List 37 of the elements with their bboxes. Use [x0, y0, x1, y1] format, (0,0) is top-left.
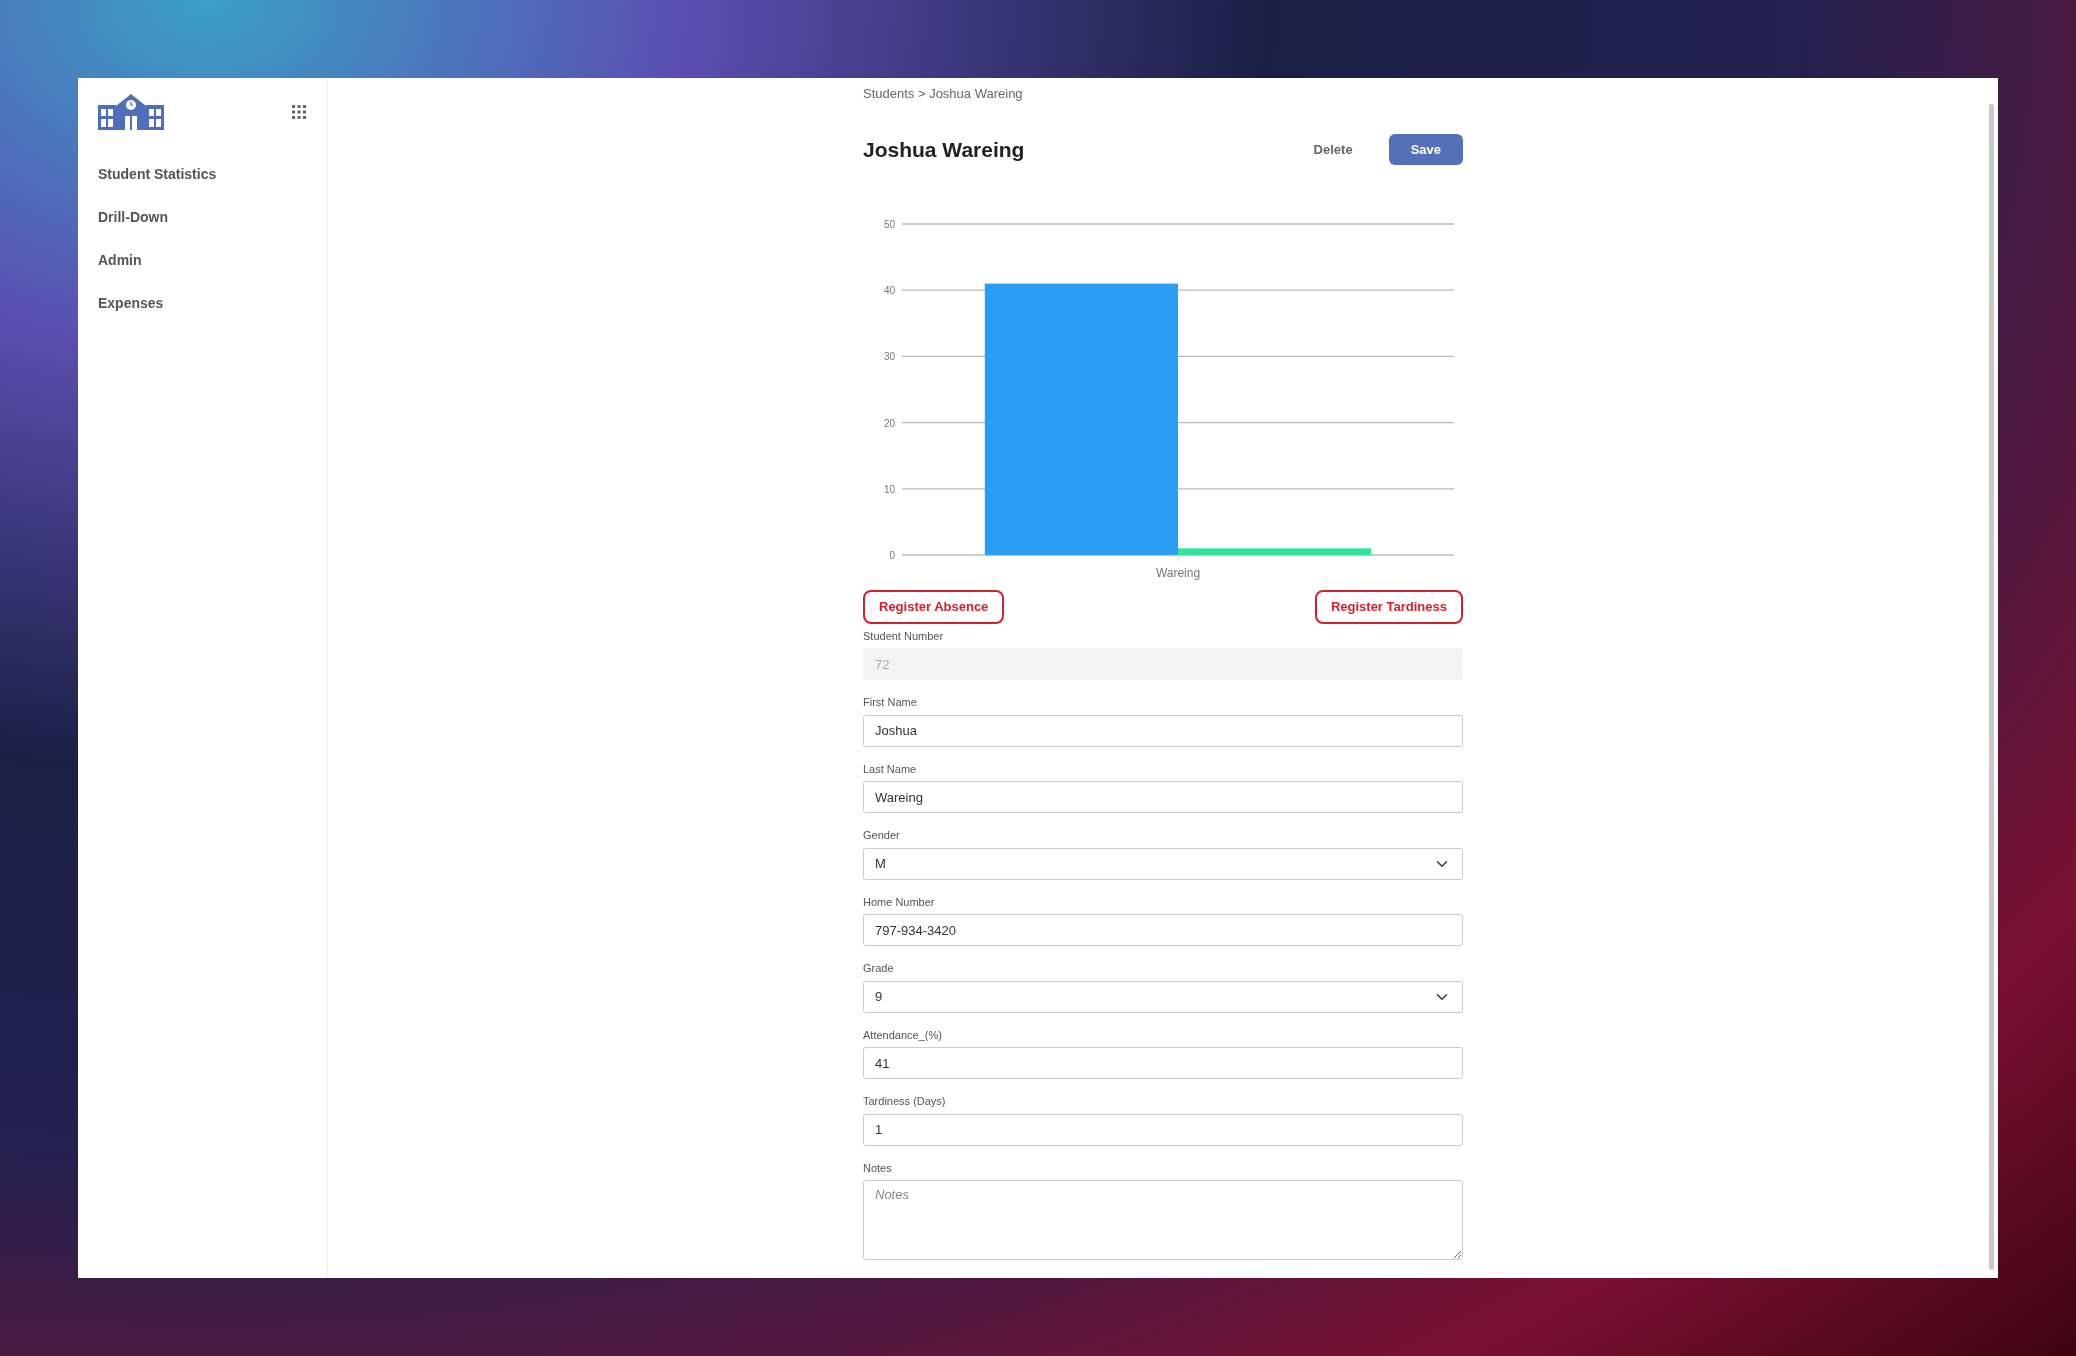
- scrollbar[interactable]: [1989, 104, 1994, 1270]
- axis-tick-label: 50: [883, 219, 895, 230]
- field-label: Notes: [863, 1160, 892, 1176]
- select-field[interactable]: M: [863, 847, 1463, 880]
- sidebar-link[interactable]: Student Statistics: [98, 164, 217, 185]
- category-label: Wareing: [1155, 566, 1201, 580]
- select-field[interactable]: 9: [863, 980, 1463, 1013]
- register-button[interactable]: Register Tardiness: [1314, 590, 1463, 624]
- breadcrumb: Students > Joshua Wareing: [863, 85, 1024, 103]
- field-label: Home Number: [863, 894, 935, 910]
- notes-field[interactable]: Notes: [863, 1180, 1463, 1260]
- axis-tick-label: 10: [883, 483, 895, 495]
- school-building-icon: [98, 94, 164, 130]
- field-label: Last Name: [863, 761, 917, 777]
- field-label: Student Number: [863, 628, 944, 644]
- axis-tick-label: 40: [883, 285, 895, 297]
- input-field[interactable]: 1: [863, 1113, 1463, 1146]
- input-field[interactable]: 797-934-3420: [863, 914, 1463, 946]
- input-field[interactable]: Joshua: [863, 714, 1463, 747]
- field-label: Attendance_(%): [863, 1027, 942, 1043]
- input-field[interactable]: Wareing: [863, 781, 1463, 813]
- save-button[interactable]: Save: [1388, 133, 1463, 165]
- page-title: Joshua Wareing: [863, 136, 1025, 162]
- sidebar-link[interactable]: Expenses: [98, 293, 164, 314]
- delete-button[interactable]: Delete: [1301, 133, 1365, 165]
- field-label: Tardiness (Days): [863, 1094, 946, 1109]
- axis-tick-label: 30: [883, 351, 895, 363]
- input-field[interactable]: 41: [863, 1047, 1463, 1079]
- axis-tick-label: 0: [889, 550, 895, 561]
- sidebar-link[interactable]: Admin: [98, 250, 142, 271]
- field-label: First Name: [863, 695, 917, 710]
- app-grid-icon[interactable]: [291, 104, 307, 120]
- sidebar-link[interactable]: Drill-Down: [98, 207, 168, 228]
- field-label: Grade: [863, 961, 894, 976]
- axis-tick-label: 20: [883, 417, 895, 429]
- field-label: Gender: [863, 828, 900, 843]
- register-button[interactable]: Register Absence: [863, 590, 1005, 624]
